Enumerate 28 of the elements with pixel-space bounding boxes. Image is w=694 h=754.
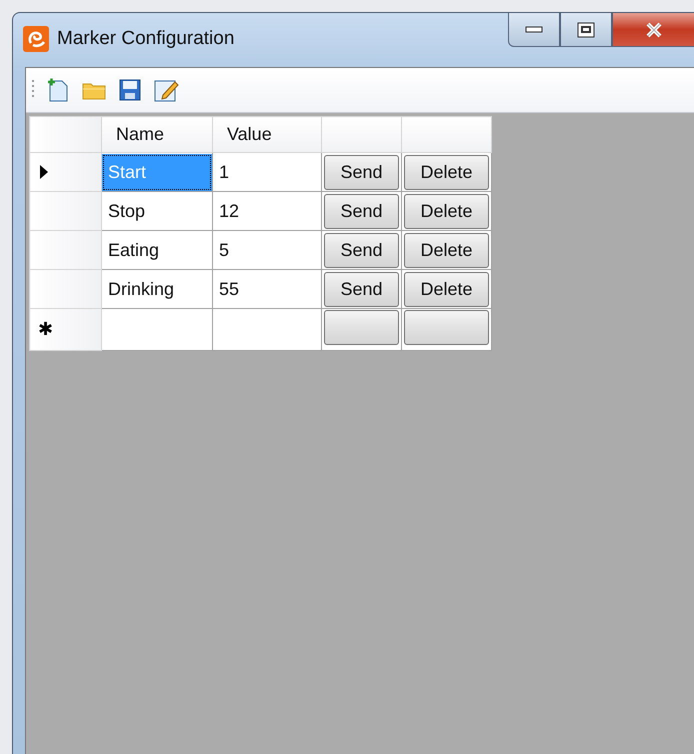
- new-row-marker: ✱: [38, 319, 54, 340]
- send-button[interactable]: Send: [324, 154, 399, 190]
- table-cell[interactable]: 5: [213, 232, 321, 268]
- table-cell[interactable]: Stop: [102, 192, 212, 230]
- table-cell[interactable]: 55: [213, 270, 321, 308]
- delete-button[interactable]: Delete: [404, 272, 489, 306]
- empty-button[interactable]: [404, 310, 489, 345]
- empty-button[interactable]: [324, 310, 399, 345]
- table-cell[interactable]: 1: [213, 154, 321, 190]
- window-title: Marker Configuration: [57, 28, 234, 50]
- close-button[interactable]: [612, 13, 694, 47]
- app-icon: [23, 26, 49, 52]
- save-icon[interactable]: [117, 77, 143, 103]
- row-header[interactable]: [30, 152, 102, 192]
- minimize-button[interactable]: [508, 13, 560, 47]
- send-button[interactable]: Send: [324, 272, 399, 306]
- delete-button[interactable]: Delete: [404, 154, 489, 190]
- restore-button[interactable]: [560, 13, 612, 47]
- restore-icon: [577, 22, 595, 38]
- table-cell[interactable]: Eating: [102, 232, 212, 268]
- minimize-icon: [525, 26, 543, 34]
- table-cell[interactable]: Drinking: [102, 270, 212, 308]
- close-icon: [644, 22, 662, 38]
- delete-button[interactable]: Delete: [404, 194, 489, 228]
- send-button[interactable]: Send: [324, 232, 399, 268]
- table-cell[interactable]: 12: [213, 192, 321, 230]
- send-button[interactable]: Send: [324, 194, 399, 228]
- delete-button[interactable]: Delete: [404, 232, 489, 268]
